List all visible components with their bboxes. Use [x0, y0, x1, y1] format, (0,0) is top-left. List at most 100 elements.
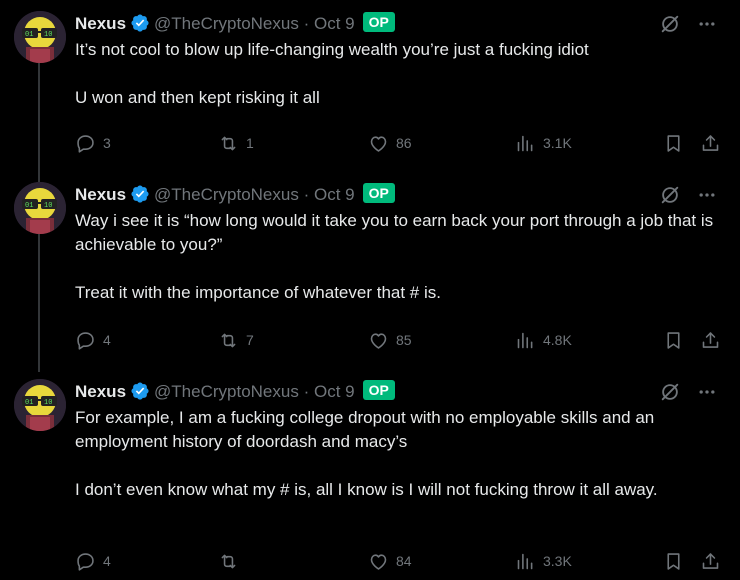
bookmark-button[interactable]	[663, 328, 684, 352]
repost-count: 7	[246, 332, 254, 348]
tweet-paragraph: U won and then kept risking it all	[75, 88, 320, 107]
thread: 01 10 Nexus @TheCryptoNexus · Oct 9 OP It’…	[0, 0, 740, 580]
like-icon	[370, 553, 387, 570]
views-icon	[517, 332, 533, 348]
reply-icon	[77, 552, 94, 571]
handle[interactable]: @TheCryptoNexus	[154, 382, 299, 401]
handle[interactable]: @TheCryptoNexus	[154, 14, 299, 33]
header-actions	[659, 182, 717, 208]
bookmark-icon	[667, 134, 680, 152]
tweet-text: Way i see it is “how long would it take …	[75, 209, 725, 305]
tweet-content: Nexus @TheCryptoNexus · Oct 9 OP It’s not …	[75, 11, 725, 153]
avatar[interactable]: 01 10	[14, 11, 66, 63]
action-bar: 3 1 86 3.1K	[75, 131, 725, 155]
grok-icon[interactable]	[659, 13, 681, 35]
share-button[interactable]	[700, 131, 721, 155]
tweet-paragraph: Treat it with the importance of whatever…	[75, 283, 441, 302]
repost-icon	[221, 136, 236, 150]
reply-count: 4	[103, 553, 111, 569]
bookmark-icon	[667, 552, 680, 570]
tweet-paragraph: For example, I am a fucking college drop…	[75, 408, 655, 451]
share-button[interactable]	[700, 328, 721, 352]
tweet-paragraph: I don’t even know what my # is, all I kn…	[75, 480, 658, 499]
view-count: 3.1K	[543, 135, 572, 151]
separator-dot: ·	[303, 382, 310, 401]
bookmark-button[interactable]	[663, 131, 684, 155]
action-bar: 4 7 85 4.8K	[75, 328, 725, 352]
separator-dot: ·	[303, 185, 310, 204]
op-badge: OP	[362, 12, 395, 32]
views-icon	[517, 553, 533, 569]
like-button[interactable]: 85	[368, 328, 412, 352]
tweet-text: It’s not cool to blow up life-changing w…	[75, 38, 725, 110]
svg-text:01: 01	[25, 31, 33, 39]
timestamp[interactable]: Oct 9	[314, 382, 355, 401]
verified-badge-icon	[131, 185, 149, 203]
like-count: 85	[396, 332, 412, 348]
avatar[interactable]: 01 10	[14, 182, 66, 234]
bookmark-button[interactable]	[663, 549, 684, 573]
svg-text:10: 10	[44, 399, 52, 407]
repost-icon	[221, 554, 236, 568]
handle[interactable]: @TheCryptoNexus	[154, 185, 299, 204]
like-icon	[370, 135, 387, 152]
header-actions	[659, 11, 717, 37]
views-button[interactable]: 3.3K	[515, 549, 572, 573]
reply-icon	[77, 331, 94, 350]
display-name[interactable]: Nexus	[75, 382, 126, 401]
tweet-header: Nexus @TheCryptoNexus · Oct 9 OP	[75, 379, 725, 405]
tweet-content: Nexus @TheCryptoNexus · Oct 9 OP Way i see…	[75, 182, 725, 350]
grok-icon[interactable]	[659, 184, 681, 206]
grok-icon[interactable]	[659, 381, 681, 403]
op-badge: OP	[362, 380, 395, 400]
header-actions	[659, 379, 717, 405]
repost-button[interactable]	[218, 549, 246, 573]
share-button[interactable]	[700, 549, 721, 573]
display-name[interactable]: Nexus	[75, 185, 126, 204]
tweet-header: Nexus @TheCryptoNexus · Oct 9 OP	[75, 182, 725, 208]
like-icon	[370, 332, 387, 349]
views-button[interactable]: 3.1K	[515, 131, 572, 155]
verified-badge-icon	[131, 382, 149, 400]
view-count: 3.3K	[543, 553, 572, 569]
view-count: 4.8K	[543, 332, 572, 348]
like-count: 86	[396, 135, 412, 151]
timestamp[interactable]: Oct 9	[314, 185, 355, 204]
svg-text:01: 01	[25, 399, 33, 407]
display-name[interactable]: Nexus	[75, 14, 126, 33]
repost-count: 1	[246, 135, 254, 151]
share-icon	[702, 552, 719, 569]
reply-icon	[77, 134, 94, 153]
repost-icon	[221, 333, 236, 347]
svg-text:10: 10	[44, 202, 52, 210]
verified-badge-icon	[131, 14, 149, 32]
more-icon[interactable]	[697, 382, 717, 402]
repost-button[interactable]: 7	[218, 328, 254, 352]
bookmark-icon	[667, 331, 680, 349]
svg-text:01: 01	[25, 202, 33, 210]
like-count: 84	[396, 553, 412, 569]
like-button[interactable]: 86	[368, 131, 412, 155]
views-icon	[517, 135, 533, 151]
tweet-content: Nexus @TheCryptoNexus · Oct 9 OP For examp…	[75, 379, 725, 571]
reply-count: 4	[103, 332, 111, 348]
reply-count: 3	[103, 135, 111, 151]
reply-button[interactable]: 4	[75, 328, 111, 352]
tweet-paragraph: Way i see it is “how long would it take …	[75, 211, 714, 254]
action-bar: 4 84 3.3K	[75, 549, 725, 573]
tweet-paragraph: It’s not cool to blow up life-changing w…	[75, 40, 589, 59]
tweet-text: For example, I am a fucking college drop…	[75, 406, 725, 502]
like-button[interactable]: 84	[368, 549, 412, 573]
avatar[interactable]: 01 10	[14, 379, 66, 431]
op-badge: OP	[362, 183, 395, 203]
more-icon[interactable]	[697, 14, 717, 34]
tweet-header: Nexus @TheCryptoNexus · Oct 9 OP	[75, 11, 725, 37]
views-button[interactable]: 4.8K	[515, 328, 572, 352]
timestamp[interactable]: Oct 9	[314, 14, 355, 33]
separator-dot: ·	[303, 14, 310, 33]
share-icon	[702, 331, 719, 348]
reply-button[interactable]: 4	[75, 549, 111, 573]
repost-button[interactable]: 1	[218, 131, 254, 155]
more-icon[interactable]	[697, 185, 717, 205]
reply-button[interactable]: 3	[75, 131, 111, 155]
